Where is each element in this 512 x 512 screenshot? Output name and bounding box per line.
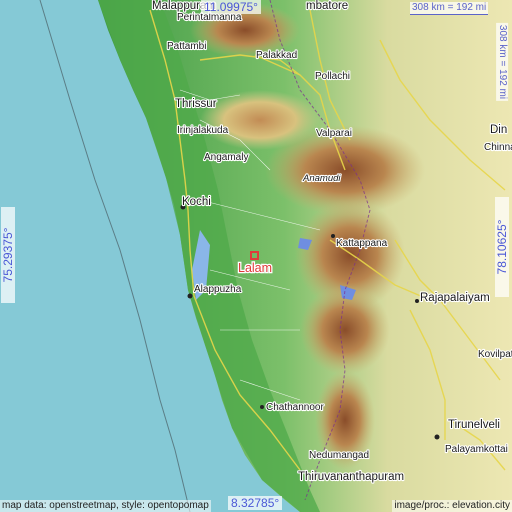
- label-alappuzha: Alappuzha: [194, 284, 242, 295]
- label-pollachi: Pollachi: [315, 71, 350, 82]
- image-attribution: image/proc.: elevation.city: [392, 500, 512, 512]
- latitude-top: 11.09975°: [201, 0, 261, 14]
- label-kattappana: Kattappana: [336, 238, 388, 249]
- elevation-map[interactable]: Malappuram Perintalmanna mbatore Pattamb…: [0, 0, 512, 512]
- label-thrissur: Thrissur: [175, 98, 217, 110]
- label-anamudi: Anamudi: [302, 173, 341, 184]
- label-chinnalapatti: Chinna: [484, 142, 512, 153]
- longitude-left: 75.29375°: [1, 207, 15, 303]
- label-pattambi: Pattambi: [167, 41, 206, 52]
- label-kovilpatti: Kovilpatt: [478, 349, 512, 360]
- label-valparai: Valparai: [316, 128, 352, 139]
- map-attribution: map data: openstreetmap, style: opentopo…: [0, 500, 211, 512]
- label-coimbatore: mbatore: [306, 0, 348, 12]
- label-dindigul: Din: [490, 124, 507, 136]
- label-tirunelveli: Tirunelveli: [448, 419, 500, 431]
- label-palayamkottai: Palayamkottai: [445, 444, 508, 455]
- location-label: Lalam: [238, 261, 272, 275]
- label-palakkad: Palakkad: [256, 50, 297, 61]
- label-chathannoor: Chathannoor: [266, 402, 324, 413]
- label-kochi: Kochi: [182, 196, 211, 208]
- label-nedumangad: Nedumangad: [309, 450, 369, 461]
- latitude-bottom: 8.32785°: [228, 496, 283, 510]
- longitude-right: 78.10625°: [495, 197, 509, 297]
- label-thiruvananthapuram: Thiruvananthapuram: [298, 471, 404, 483]
- label-rajapalaiyam: Rajapalaiyam: [420, 292, 490, 304]
- scale-bar-horizontal: 308 km = 192 mi: [410, 2, 489, 15]
- label-irinjalakuda: Irinjalakuda: [177, 125, 229, 136]
- scale-bar-vertical: 308 km = 192 mi: [496, 22, 509, 102]
- label-angamaly: Angamaly: [204, 152, 248, 163]
